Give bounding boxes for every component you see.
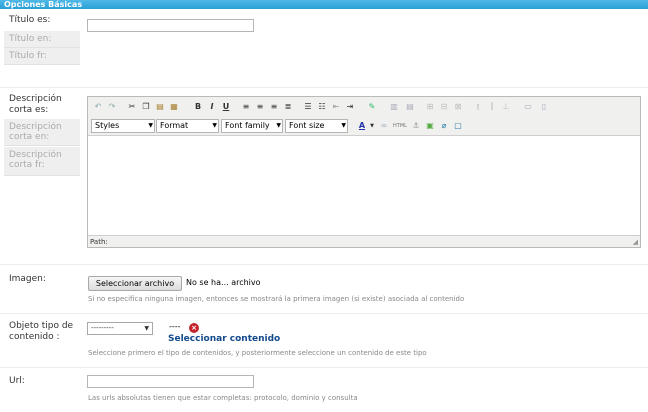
table-icon[interactable]: ▥ bbox=[388, 101, 400, 113]
file-status-text: No se ha... archivo bbox=[186, 278, 261, 287]
editor-path-bar: Path: ◢ bbox=[88, 235, 640, 247]
editor-toolbar: ↶ ↷ ✂ ❐ ▤ ▦ B I U ≡ ≡ ≡ ≣ ☰ ☷ ⇤ ⇥ ✎ ▥ ▤ … bbox=[88, 97, 640, 136]
html-source-icon[interactable]: HTML bbox=[392, 120, 408, 132]
italic-icon[interactable]: I bbox=[206, 101, 218, 113]
content-type-select[interactable]: --------- ▼ bbox=[87, 322, 153, 335]
styles-dropdown-label: Styles bbox=[95, 121, 120, 130]
content-type-select-value: --------- bbox=[91, 324, 114, 332]
font-size-dropdown-label: Font size bbox=[289, 121, 325, 130]
styles-dropdown[interactable]: Styles ▼ bbox=[91, 119, 155, 133]
tab-descripcion-en[interactable]: Descripción corta en: bbox=[4, 119, 80, 146]
chevron-down-icon: ▼ bbox=[341, 122, 346, 129]
copy-icon[interactable]: ❐ bbox=[140, 101, 152, 113]
url-input[interactable] bbox=[87, 375, 254, 388]
descripcion-label-line1: Descripción bbox=[9, 94, 62, 104]
merge-icon[interactable]: ▭ bbox=[522, 101, 534, 113]
objeto-label: Objeto tipo de contenido : bbox=[9, 321, 73, 343]
paste-icon[interactable]: ▤ bbox=[154, 101, 166, 113]
link-icon[interactable]: ∞ bbox=[378, 120, 390, 132]
underline-icon[interactable]: U bbox=[220, 101, 232, 113]
col-after-icon[interactable]: ⫿ bbox=[486, 101, 498, 113]
chevron-down-icon: ▼ bbox=[276, 122, 281, 129]
font-family-dropdown-label: Font family bbox=[225, 121, 270, 130]
resize-handle-icon[interactable]: ◢ bbox=[633, 236, 638, 248]
cleanup-icon[interactable]: ⌀ bbox=[438, 120, 450, 132]
tab-titulo-en[interactable]: Título en: bbox=[4, 31, 80, 48]
row-delete-icon[interactable]: ⊠ bbox=[452, 101, 464, 113]
descripcion-label-line2: corta es: bbox=[9, 105, 49, 115]
tab-descripcion-en-line1: Descripción bbox=[9, 122, 62, 132]
imagen-help-text: Si no especifica ninguna imagen, entonce… bbox=[88, 295, 465, 303]
titulo-label: Título es: bbox=[9, 15, 51, 25]
outdent-icon[interactable]: ⇤ bbox=[330, 101, 342, 113]
divider bbox=[0, 367, 648, 368]
bold-icon[interactable]: B bbox=[192, 101, 204, 113]
row-insert-icon[interactable]: ⊞ bbox=[424, 101, 436, 113]
chevron-down-icon: ▼ bbox=[148, 122, 153, 129]
image-icon[interactable]: ▣ bbox=[424, 120, 436, 132]
format-dropdown[interactable]: Format ▼ bbox=[156, 119, 219, 133]
paste-word-icon[interactable]: ▦ bbox=[168, 101, 180, 113]
tab-descripcion-fr-line2: corta fr: bbox=[9, 160, 45, 170]
cut-icon[interactable]: ✂ bbox=[126, 101, 138, 113]
titulo-input[interactable] bbox=[87, 19, 254, 32]
col-insert-icon[interactable]: ⫾ bbox=[472, 101, 484, 113]
objeto-label-line2: contenido : bbox=[9, 332, 60, 342]
bullet-list-icon[interactable]: ☰ bbox=[302, 101, 314, 113]
col-delete-icon[interactable]: ⊥ bbox=[500, 101, 512, 113]
descripcion-label: Descripción corta es: bbox=[9, 94, 62, 116]
tab-descripcion-fr[interactable]: Descripción corta fr: bbox=[4, 147, 80, 176]
divider bbox=[0, 264, 648, 265]
url-label: Url: bbox=[9, 376, 25, 386]
divider bbox=[0, 87, 648, 88]
imagen-label: Imagen: bbox=[9, 274, 46, 284]
indent-icon[interactable]: ⇥ bbox=[344, 101, 356, 113]
table-props-icon[interactable]: ▤ bbox=[404, 101, 416, 113]
split-icon[interactable]: ▯ bbox=[538, 101, 550, 113]
chevron-down-icon: ▼ bbox=[212, 122, 217, 129]
fullscreen-icon[interactable]: ▢ bbox=[452, 120, 464, 132]
anchor-icon[interactable]: ⚓ bbox=[410, 120, 422, 132]
chevron-down-icon[interactable]: ▼ bbox=[366, 120, 378, 132]
objeto-help-text: Seleccione primero el tipo de contenidos… bbox=[88, 349, 427, 357]
font-family-dropdown[interactable]: Font family ▼ bbox=[221, 119, 283, 133]
path-label: Path: bbox=[90, 238, 108, 246]
url-help-text: Las urls absolutas tienen que estar comp… bbox=[88, 394, 358, 402]
align-right-icon[interactable]: ≡ bbox=[268, 101, 280, 113]
section-header: Opciones Básicas bbox=[0, 0, 648, 9]
redo-icon[interactable]: ↷ bbox=[106, 101, 118, 113]
numbered-list-icon[interactable]: ☷ bbox=[316, 101, 328, 113]
format-dropdown-label: Format bbox=[160, 121, 189, 130]
undo-icon[interactable]: ↶ bbox=[92, 101, 104, 113]
tab-descripcion-en-line2: corta en: bbox=[9, 132, 50, 142]
tab-descripcion-fr-line1: Descripción bbox=[9, 150, 62, 160]
font-size-dropdown[interactable]: Font size ▼ bbox=[285, 119, 348, 133]
row-props-icon[interactable]: ⊟ bbox=[438, 101, 450, 113]
edit-html-icon[interactable]: ✎ bbox=[366, 101, 378, 113]
clear-selection-icon[interactable]: × bbox=[189, 323, 199, 333]
tab-titulo-fr[interactable]: Título fr: bbox=[4, 48, 80, 65]
objeto-label-line1: Objeto tipo de bbox=[9, 321, 74, 331]
align-left-icon[interactable]: ≡ bbox=[240, 101, 252, 113]
select-content-link[interactable]: Seleccionar contenido bbox=[168, 334, 280, 344]
rich-text-editor: ↶ ↷ ✂ ❐ ▤ ▦ B I U ≡ ≡ ≡ ≣ ☰ ☷ ⇤ ⇥ ✎ ▥ ▤ … bbox=[87, 96, 641, 248]
align-center-icon[interactable]: ≡ bbox=[254, 101, 266, 113]
selected-content-value: ---- bbox=[169, 322, 181, 331]
align-justify-icon[interactable]: ≣ bbox=[282, 101, 294, 113]
divider bbox=[0, 313, 648, 314]
chevron-down-icon: ▼ bbox=[144, 325, 149, 332]
select-file-button[interactable]: Seleccionar archivo bbox=[88, 276, 182, 291]
